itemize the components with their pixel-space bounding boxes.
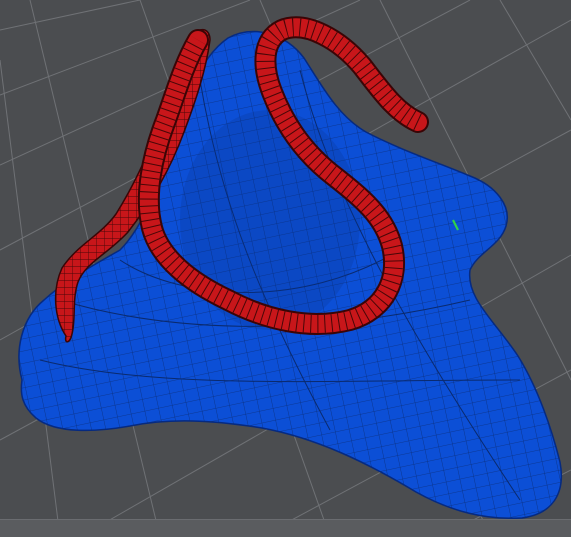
3d-viewport[interactable] bbox=[0, 0, 571, 537]
viewport-bottom-bar bbox=[0, 519, 571, 537]
viewport-canvas[interactable] bbox=[0, 0, 571, 537]
